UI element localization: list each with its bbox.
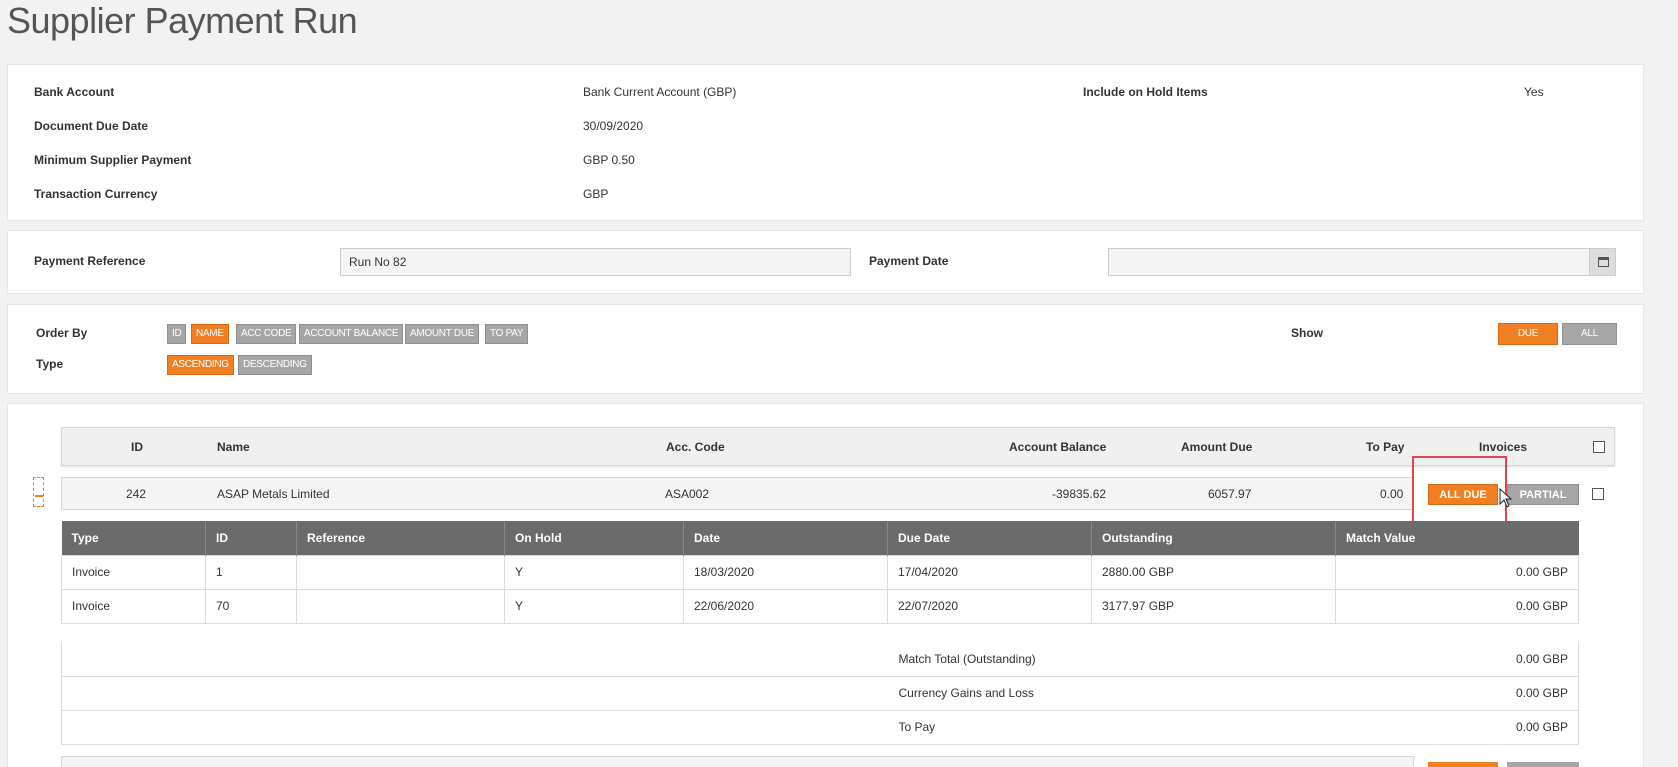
payment-reference-input[interactable]: Run No 82 xyxy=(340,248,851,276)
payment-date-label: Payment Date xyxy=(869,254,949,268)
inv-id: 70 xyxy=(205,588,297,624)
min-payment-value: GBP 0.50 xyxy=(583,153,635,167)
supplier-to-pay: 0.00 xyxy=(1380,487,1404,501)
next-partial-button[interactable] xyxy=(1507,762,1579,767)
currency-value: GBP xyxy=(583,187,609,201)
inv-date: 18/03/2020 xyxy=(683,554,888,590)
supplier-row-checkbox[interactable] xyxy=(1592,488,1604,500)
inv-reference xyxy=(296,588,505,624)
calendar-button[interactable] xyxy=(1589,249,1615,275)
mouse-cursor-icon xyxy=(1499,488,1513,508)
inv-reference xyxy=(296,554,505,590)
total-label: Currency Gains and Loss xyxy=(888,676,1312,711)
total-label: To Pay xyxy=(888,710,1312,745)
inv-col-id: ID xyxy=(205,521,297,555)
supplier-amount-due: 6057.97 xyxy=(1208,487,1252,501)
inv-id: 1 xyxy=(205,554,297,590)
col-name: Name xyxy=(217,440,250,454)
total-value: 0.00 GBP xyxy=(1311,710,1579,745)
inv-date: 22/06/2020 xyxy=(683,588,888,624)
inv-match-value[interactable]: 0.00 GBP xyxy=(1335,588,1579,624)
bank-account-label: Bank Account xyxy=(34,85,115,99)
type-descending-chip[interactable]: DESCENDING xyxy=(238,355,312,375)
total-value: 0.00 GBP xyxy=(1311,642,1579,677)
inv-col-outstanding: Outstanding xyxy=(1091,521,1336,555)
order-name-chip[interactable]: NAME xyxy=(191,324,229,344)
type-ascending-chip[interactable]: ASCENDING xyxy=(167,355,234,375)
on-hold-value: Yes xyxy=(1524,85,1544,99)
totals-row: To Pay 0.00 GBP xyxy=(61,710,1579,745)
col-invoices: Invoices xyxy=(1479,440,1528,454)
on-hold-label: Include on Hold Items xyxy=(1083,85,1208,99)
supplier-acc-code: ASA002 xyxy=(665,487,710,501)
inv-col-date: Date xyxy=(683,521,888,555)
order-account-balance-chip[interactable]: ACCOUNT BALANCE xyxy=(299,324,404,344)
inv-due-date: 17/04/2020 xyxy=(887,554,1092,590)
inv-col-reference: Reference xyxy=(296,521,505,555)
payment-reference-label: Payment Reference xyxy=(34,254,146,268)
col-acc-code: Acc. Code xyxy=(666,440,725,454)
invoice-row[interactable]: Invoice 1 Y 18/03/2020 17/04/2020 2880.0… xyxy=(61,554,1579,590)
inv-col-type: Type xyxy=(61,521,206,555)
supplier-name: ASAP Metals Limited xyxy=(217,487,330,501)
total-label: Match Total (Outstanding) xyxy=(888,642,1312,677)
inv-outstanding: 3177.97 GBP xyxy=(1091,588,1336,624)
inv-on-hold: Y xyxy=(504,588,684,624)
supplier-account-balance: -39835.62 xyxy=(1052,487,1107,501)
inv-type: Invoice xyxy=(61,588,206,624)
order-amount-due-chip[interactable]: AMOUNT DUE xyxy=(405,324,480,344)
inv-on-hold: Y xyxy=(504,554,684,590)
type-label: Type xyxy=(36,357,64,371)
inv-type: Invoice xyxy=(61,554,206,590)
order-by-label: Order By xyxy=(36,326,88,340)
col-amount-due: Amount Due xyxy=(1181,440,1253,454)
due-date-value: 30/09/2020 xyxy=(583,119,644,133)
min-payment-label: Minimum Supplier Payment xyxy=(34,153,192,167)
col-id: ID xyxy=(131,440,143,454)
inv-due-date: 22/07/2020 xyxy=(887,588,1092,624)
order-id-chip[interactable]: ID xyxy=(167,324,187,344)
invoice-row[interactable]: Invoice 70 Y 22/06/2020 22/07/2020 3177.… xyxy=(61,588,1579,624)
order-to-pay-chip[interactable]: TO PAY xyxy=(485,324,529,344)
next-supplier-row[interactable] xyxy=(61,756,1414,767)
inv-col-due-date: Due Date xyxy=(887,521,1092,555)
total-value: 0.00 GBP xyxy=(1311,676,1579,711)
invoice-table-header: Type ID Reference On Hold Date Due Date … xyxy=(61,521,1579,555)
invoice-table: Type ID Reference On Hold Date Due Date … xyxy=(61,521,1579,624)
bank-account-value: Bank Current Account (GBP) xyxy=(583,85,737,99)
inv-outstanding: 2880.00 GBP xyxy=(1091,554,1336,590)
supplier-id: 242 xyxy=(126,487,147,501)
supplier-table-header: ID Name Acc. Code Account Balance Amount… xyxy=(61,427,1615,466)
supplier-row[interactable]: 242 ASAP Metals Limited ASA002 -39835.62… xyxy=(61,477,1414,510)
totals-table: Match Total (Outstanding) 0.00 GBP Curre… xyxy=(61,642,1579,745)
show-label: Show xyxy=(1291,326,1323,340)
summary-panel: Bank Account Bank Current Account (GBP) … xyxy=(7,64,1644,221)
payment-panel: Payment Reference Run No 82 Payment Date xyxy=(7,230,1644,294)
ordering-panel: Order By ID NAME ACC CODE ACCOUNT BALANC… xyxy=(7,304,1644,394)
show-all-button[interactable]: ALL xyxy=(1562,323,1617,345)
inv-col-match-value: Match Value xyxy=(1335,521,1579,555)
col-to-pay: To Pay xyxy=(1366,440,1405,454)
next-all-due-button[interactable] xyxy=(1428,762,1498,767)
col-account-balance: Account Balance xyxy=(1009,440,1107,454)
due-date-label: Document Due Date xyxy=(34,119,149,133)
totals-row: Match Total (Outstanding) 0.00 GBP xyxy=(61,642,1579,677)
select-all-checkbox[interactable] xyxy=(1593,441,1605,453)
payment-date-input[interactable] xyxy=(1108,248,1616,276)
partial-button[interactable]: PARTIAL xyxy=(1507,484,1579,505)
page-title: Supplier Payment Run xyxy=(7,0,358,41)
show-due-button[interactable]: DUE xyxy=(1498,323,1558,345)
currency-label: Transaction Currency xyxy=(34,187,158,201)
inv-col-on-hold: On Hold xyxy=(504,521,684,555)
calendar-icon xyxy=(1598,257,1609,267)
totals-row: Currency Gains and Loss 0.00 GBP xyxy=(61,676,1579,711)
order-acc-code-chip[interactable]: ACC CODE xyxy=(236,324,297,344)
highlight-box xyxy=(1412,456,1507,524)
collapse-row-icon[interactable] xyxy=(33,477,44,507)
inv-match-value[interactable]: 0.00 GBP xyxy=(1335,554,1579,590)
